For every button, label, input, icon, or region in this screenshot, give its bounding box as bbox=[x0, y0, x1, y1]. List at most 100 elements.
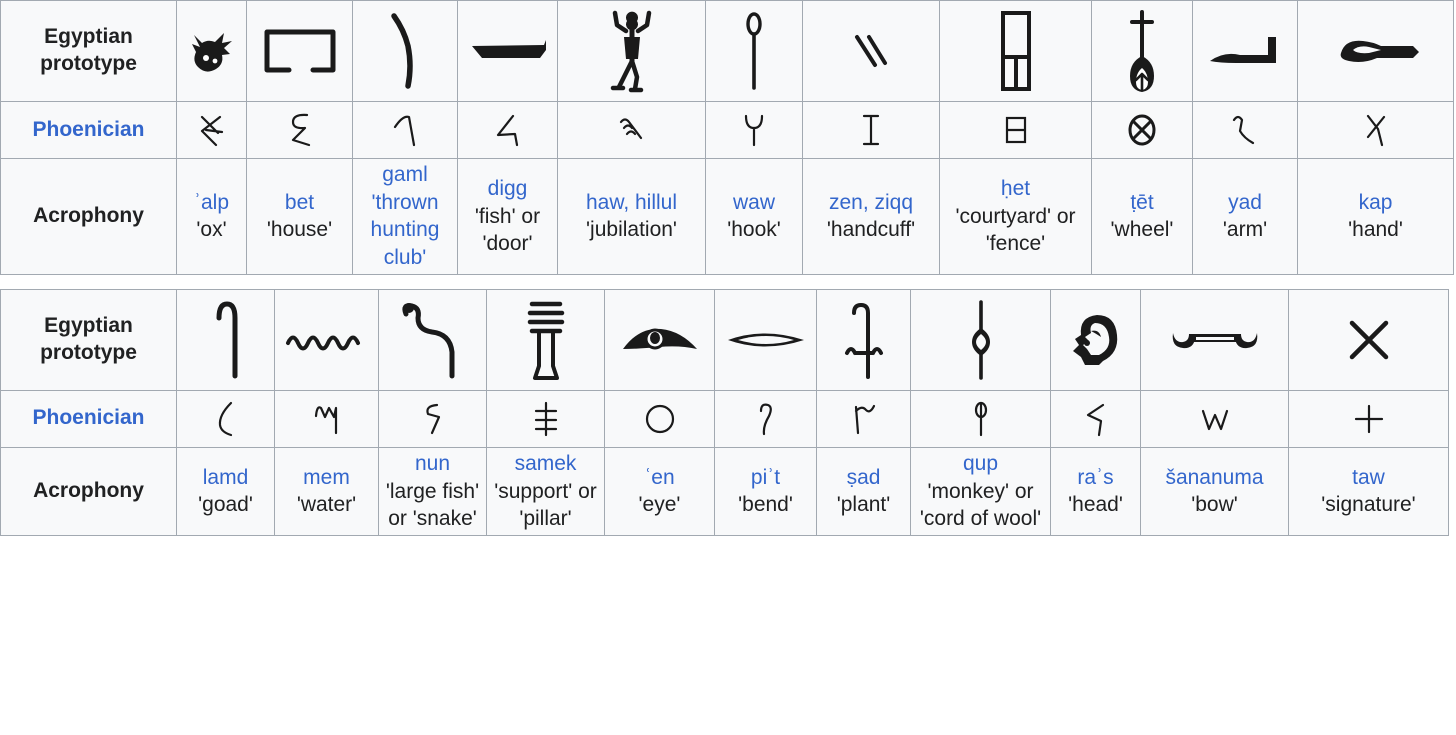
phoenician-yod bbox=[1199, 104, 1291, 156]
acrophony-cell: gaml 'thrown hunting club' bbox=[352, 158, 458, 275]
acrophony-meaning: 'fish' or 'door' bbox=[474, 204, 541, 256]
acrophony-meaning: 'monkey' or 'cord of wool' bbox=[919, 479, 1042, 531]
acrophony-name[interactable]: piʾt bbox=[751, 466, 780, 489]
phoenician-he bbox=[564, 104, 699, 156]
head-hieroglyph bbox=[1057, 292, 1134, 388]
row-header-phoenician[interactable]: Phoenician bbox=[0, 101, 177, 159]
phoenician-glyph-cell bbox=[1192, 101, 1298, 159]
acrophony-name[interactable]: bet bbox=[285, 191, 314, 214]
acrophony-name[interactable]: ḥet bbox=[1001, 177, 1030, 200]
acrophony-cell: yad 'arm' bbox=[1192, 158, 1298, 275]
egyptian-glyph-cell bbox=[246, 0, 353, 102]
phoenician-taw bbox=[1295, 393, 1442, 445]
spindle-hieroglyph bbox=[1098, 3, 1186, 99]
acrophony-name[interactable]: lamd bbox=[203, 466, 249, 489]
acrophony-name[interactable]: šananuma bbox=[1165, 466, 1263, 489]
acrophony-meaning: 'plant' bbox=[836, 493, 891, 517]
acrophony-name[interactable]: taw bbox=[1352, 466, 1385, 489]
acrophony-cell: samek 'support' or 'pillar' bbox=[486, 446, 605, 537]
phoenician-waw bbox=[712, 104, 796, 156]
acrophony-cell: nun 'large fish' or 'snake' bbox=[378, 446, 487, 537]
acrophony-name[interactable]: kap bbox=[1359, 191, 1393, 214]
egyptian-glyph-cell bbox=[816, 288, 911, 391]
phoenician-glyph-cell bbox=[378, 389, 487, 448]
egyptian-glyph-cell bbox=[557, 0, 706, 102]
phoenician-glyph-cell bbox=[1050, 389, 1141, 448]
acrophony-name[interactable]: ʿen bbox=[644, 466, 674, 489]
acrophony-meaning[interactable]: 'thrown hunting club' bbox=[371, 191, 440, 269]
phoenician-dalet bbox=[464, 104, 551, 156]
acrophony-meaning: 'goad' bbox=[198, 493, 253, 517]
acrophony-name[interactable]: raʾs bbox=[1077, 466, 1113, 489]
water-ripple-hieroglyph bbox=[281, 292, 372, 388]
acrophony-meaning: 'bend' bbox=[738, 493, 793, 517]
alphabet-table-second-half: Egyptian prototype Phoenician Acrophony … bbox=[0, 288, 1449, 537]
phoenician-bet bbox=[253, 104, 346, 156]
acrophony-meaning: 'bow' bbox=[1191, 493, 1238, 517]
phoenician-glyph-cell bbox=[274, 389, 379, 448]
acrophony-name[interactable]: qup bbox=[963, 452, 998, 475]
phoenician-row: Phoenician bbox=[0, 389, 1449, 448]
acrophony-name[interactable]: waw bbox=[733, 191, 775, 214]
acrophony-cell: haw, hillul 'jubilation' bbox=[557, 158, 706, 275]
acrophony-meaning: 'eye' bbox=[638, 493, 681, 517]
phoenician-tet bbox=[1098, 104, 1186, 156]
phoenician-lamed bbox=[183, 393, 268, 445]
egyptian-glyph-cell bbox=[352, 0, 458, 102]
acrophony-name[interactable]: gaml bbox=[382, 163, 428, 186]
phoenician-nun bbox=[385, 393, 480, 445]
phoenician-sade bbox=[823, 393, 904, 445]
acrophony-cell: ʿen 'eye' bbox=[604, 446, 715, 537]
acrophony-meaning: 'head' bbox=[1068, 493, 1123, 517]
phoenician-glyph-cell bbox=[1288, 389, 1449, 448]
egyptian-glyph-cell bbox=[1192, 0, 1298, 102]
acrophony-row: Acrophony ʾalp 'ox' bet 'house' gaml 'th… bbox=[0, 158, 1454, 275]
phoenician-kaf bbox=[1304, 104, 1447, 156]
acrophony-meaning: 'ox' bbox=[196, 218, 227, 242]
acrophony-name[interactable]: haw, hillul bbox=[586, 191, 677, 214]
egyptian-glyph-cell bbox=[1288, 288, 1449, 391]
phoenician-glyph-cell bbox=[486, 389, 605, 448]
egyptian-glyph-cell bbox=[274, 288, 379, 391]
acrophony-name[interactable]: ṣad bbox=[847, 466, 881, 489]
row-header-phoenician[interactable]: Phoenician bbox=[0, 389, 177, 448]
phoenician-gimel bbox=[359, 104, 451, 156]
courtyard-hieroglyph bbox=[946, 3, 1085, 99]
phoenician-glyph-cell bbox=[604, 389, 715, 448]
phoenician-ayin bbox=[611, 393, 708, 445]
acrophony-name[interactable]: yad bbox=[1228, 191, 1262, 214]
egyptian-prototype-row: Egyptian prototype bbox=[0, 288, 1449, 391]
acrophony-meaning: 'hand' bbox=[1348, 218, 1403, 242]
acrophony-name[interactable]: ṭēt bbox=[1130, 191, 1153, 214]
egyptian-glyph-cell bbox=[176, 0, 247, 102]
two-strokes-hieroglyph bbox=[809, 3, 933, 99]
row-header-acrophony: Acrophony bbox=[0, 158, 177, 275]
acrophony-meaning: 'arm' bbox=[1222, 218, 1268, 242]
cobra-hieroglyph bbox=[385, 292, 480, 388]
phoenician-glyph-cell bbox=[910, 389, 1051, 448]
jubilating-man-hieroglyph bbox=[564, 3, 699, 99]
phoenician-row: Phoenician bbox=[0, 101, 1454, 159]
egyptian-glyph-cell bbox=[1297, 0, 1454, 102]
acrophony-name[interactable]: zen, ziqq bbox=[829, 191, 913, 214]
acrophony-name[interactable]: samek bbox=[515, 452, 577, 475]
bow-hieroglyph bbox=[1147, 292, 1282, 388]
acrophony-name[interactable]: ʾalp bbox=[194, 191, 229, 214]
phoenician-glyph-cell bbox=[352, 101, 458, 159]
acrophony-name[interactable]: digg bbox=[488, 177, 528, 200]
acrophony-name[interactable]: nun bbox=[415, 452, 450, 475]
acrophony-meaning: 'house' bbox=[266, 218, 333, 242]
shepherds-crook-hieroglyph bbox=[183, 292, 268, 388]
phoenician-het bbox=[946, 104, 1085, 156]
phoenician-zayin bbox=[809, 104, 933, 156]
phoenician-pe bbox=[721, 393, 810, 445]
acrophony-meaning: 'hook' bbox=[727, 218, 781, 242]
acrophony-name[interactable]: mem bbox=[303, 466, 350, 489]
egyptian-glyph-cell bbox=[714, 288, 817, 391]
phoenician-glyph-cell bbox=[802, 101, 940, 159]
egyptian-glyph-cell bbox=[910, 288, 1051, 391]
acrophony-cell: ʾalp 'ox' bbox=[176, 158, 247, 275]
acrophony-cell: ṭēt 'wheel' bbox=[1091, 158, 1193, 275]
mace-hook-hieroglyph bbox=[712, 3, 796, 99]
egyptian-glyph-cell bbox=[939, 0, 1092, 102]
